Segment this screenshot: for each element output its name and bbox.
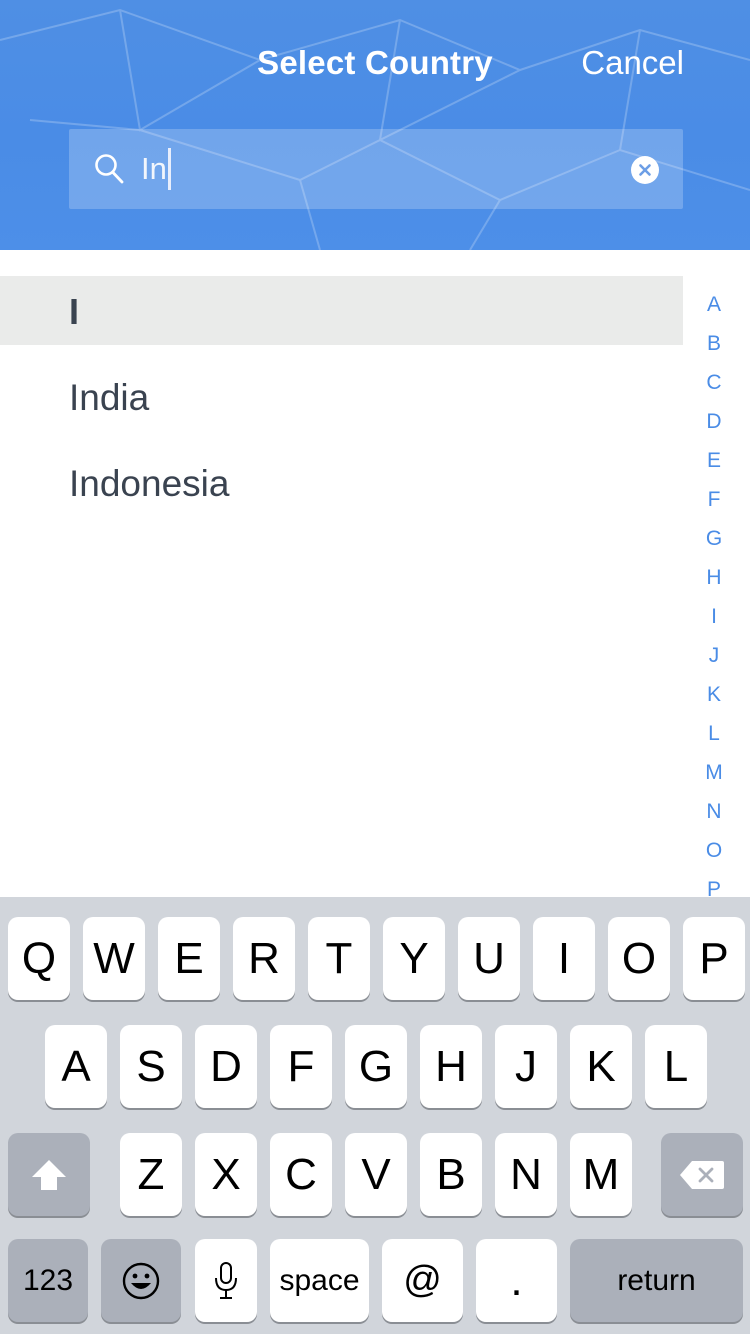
key-h[interactable]: H: [420, 1025, 482, 1108]
clear-icon: [639, 164, 651, 176]
key-n[interactable]: N: [495, 1133, 557, 1216]
search-input-value: In: [141, 151, 167, 186]
key-m[interactable]: M: [570, 1133, 632, 1216]
text-caret: [167, 147, 171, 190]
numbers-key[interactable]: 123: [8, 1239, 88, 1322]
at-key[interactable]: @: [382, 1239, 463, 1322]
key-r[interactable]: R: [233, 917, 295, 1000]
index-letter[interactable]: E: [694, 444, 734, 483]
dictation-key[interactable]: [195, 1239, 257, 1322]
index-letter[interactable]: O: [694, 834, 734, 873]
index-letter[interactable]: F: [694, 483, 734, 522]
index-letter[interactable]: J: [694, 639, 734, 678]
key-i[interactable]: I: [533, 917, 595, 1000]
emoji-icon: [122, 1262, 160, 1299]
key-z[interactable]: Z: [120, 1133, 182, 1216]
navigation-header: Select Country Cancel In: [0, 0, 750, 250]
key-d[interactable]: D: [195, 1025, 257, 1108]
key-k[interactable]: K: [570, 1025, 632, 1108]
alphabet-index[interactable]: A B C D E F G H I J K L M N O P: [694, 288, 734, 912]
header-background-pattern: [0, 8, 750, 250]
search-input[interactable]: In: [141, 129, 171, 209]
emoji-key[interactable]: [101, 1239, 181, 1322]
key-o[interactable]: O: [608, 917, 670, 1000]
key-t[interactable]: T: [308, 917, 370, 1000]
index-letter[interactable]: K: [694, 678, 734, 717]
microphone-icon: [215, 1261, 237, 1299]
index-letter[interactable]: M: [694, 756, 734, 795]
key-b[interactable]: B: [420, 1133, 482, 1216]
section-header-label: I: [69, 291, 80, 332]
index-letter[interactable]: H: [694, 561, 734, 600]
return-key[interactable]: return: [570, 1239, 743, 1322]
key-e[interactable]: E: [158, 917, 220, 1000]
delete-key[interactable]: [661, 1133, 743, 1216]
index-letter[interactable]: A: [694, 288, 734, 327]
key-c[interactable]: C: [270, 1133, 332, 1216]
index-letter[interactable]: I: [694, 600, 734, 639]
key-j[interactable]: J: [495, 1025, 557, 1108]
key-w[interactable]: W: [83, 917, 145, 1000]
key-v[interactable]: V: [345, 1133, 407, 1216]
shift-key[interactable]: [8, 1133, 90, 1216]
key-x[interactable]: X: [195, 1133, 257, 1216]
key-f[interactable]: F: [270, 1025, 332, 1108]
index-letter[interactable]: C: [694, 366, 734, 405]
index-letter[interactable]: G: [694, 522, 734, 561]
key-l[interactable]: L: [645, 1025, 707, 1108]
period-key[interactable]: .: [476, 1239, 557, 1322]
keyboard: Q W E R T Y U I O P A S D F G H J K L Z …: [0, 897, 750, 1334]
cancel-button[interactable]: Cancel: [581, 44, 684, 82]
backspace-icon: [680, 1160, 724, 1189]
key-y[interactable]: Y: [383, 917, 445, 1000]
section-header: I: [0, 276, 683, 345]
key-p[interactable]: P: [683, 917, 745, 1000]
clear-search-button[interactable]: [631, 156, 659, 184]
country-row-india[interactable]: India: [69, 355, 669, 441]
search-field[interactable]: In: [69, 129, 683, 209]
key-a[interactable]: A: [45, 1025, 107, 1108]
key-g[interactable]: G: [345, 1025, 407, 1108]
shift-icon: [32, 1159, 66, 1190]
country-row-indonesia[interactable]: Indonesia: [69, 441, 669, 527]
index-letter[interactable]: L: [694, 717, 734, 756]
space-key[interactable]: space: [270, 1239, 369, 1322]
search-icon: [95, 154, 124, 184]
index-letter[interactable]: N: [694, 795, 734, 834]
index-letter[interactable]: D: [694, 405, 734, 444]
key-u[interactable]: U: [458, 917, 520, 1000]
key-q[interactable]: Q: [8, 917, 70, 1000]
index-letter[interactable]: B: [694, 327, 734, 366]
key-s[interactable]: S: [120, 1025, 182, 1108]
